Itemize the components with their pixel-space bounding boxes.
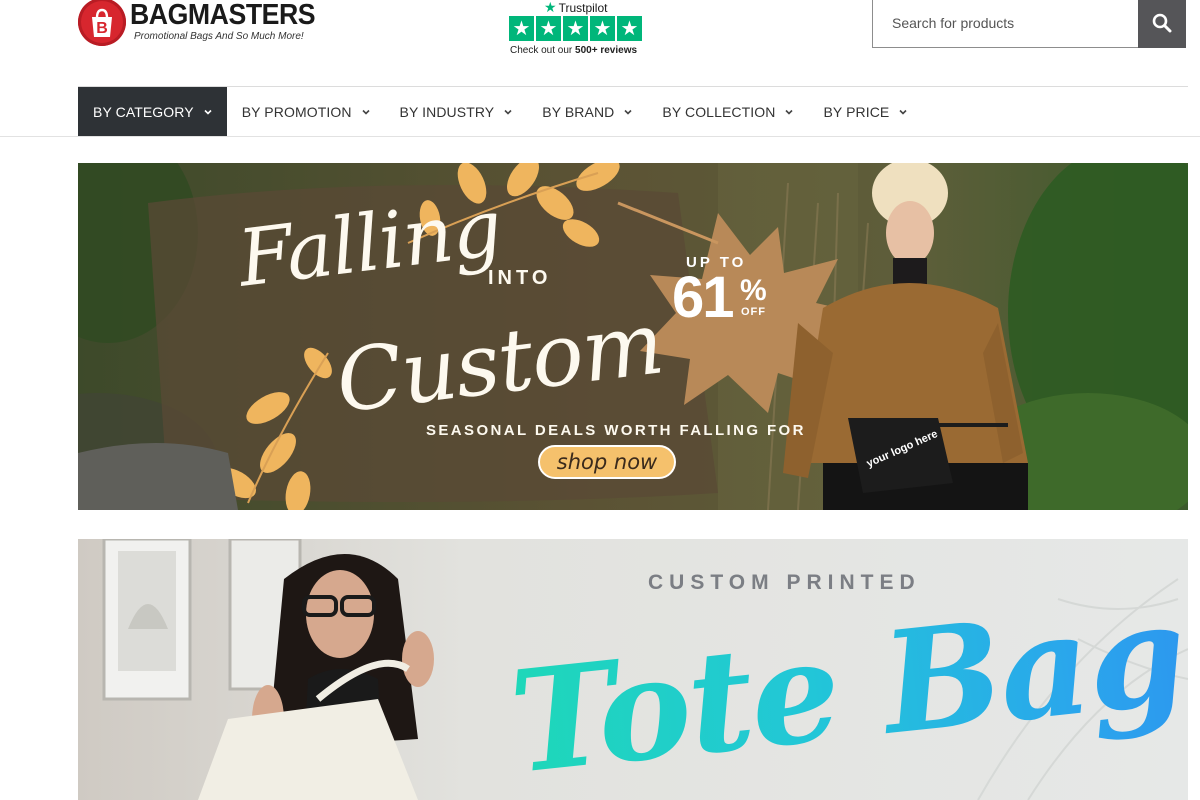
search-bar — [872, 0, 1186, 48]
nav-item-label: BY BRAND — [542, 104, 615, 120]
logo-wordmark: BAGMASTERS — [130, 0, 316, 31]
star-icon: ★ — [509, 16, 534, 41]
nav-item-label: BY PRICE — [823, 104, 890, 120]
nav-item-by-industry[interactable]: BY INDUSTRY — [385, 87, 528, 137]
fall-sale-banner[interactable]: Falling INTO Custom SEASONAL DEALS WORTH… — [78, 163, 1188, 510]
star-icon: ★ — [536, 16, 561, 41]
search-button[interactable] — [1138, 0, 1186, 48]
nav-item-label: BY INDUSTRY — [399, 104, 495, 120]
tote-banner-subtitle: CUSTOM PRINTED — [648, 571, 921, 594]
discount-suffix: OFF — [741, 306, 766, 318]
star-icon: ★ — [563, 16, 588, 41]
nav-item-by-promotion[interactable]: BY PROMOTION — [227, 87, 385, 137]
nav-item-by-collection[interactable]: BY COLLECTION — [647, 87, 808, 137]
nav-item-by-category[interactable]: BY CATEGORY — [78, 87, 227, 137]
chevron-down-icon — [899, 109, 907, 115]
chevron-down-icon — [504, 109, 512, 115]
shopping-bag-icon: B — [92, 8, 112, 37]
site-logo[interactable]: B BAGMASTERS Promotional Bags And So Muc… — [78, 0, 338, 50]
trustpilot-widget[interactable]: ★ Trustpilot ★ ★ ★ ★ ★ Check out our 500+… — [508, 0, 646, 58]
chevron-down-icon — [204, 109, 212, 115]
discount-percent-sign: % — [740, 274, 767, 307]
search-input[interactable] — [873, 0, 1139, 47]
star-icon: ★ — [590, 16, 615, 41]
nav-item-label: BY COLLECTION — [662, 104, 776, 120]
trustpilot-caption: Check out our 500+ reviews — [510, 45, 638, 56]
nav-divider — [0, 136, 1200, 137]
nav-item-label: BY PROMOTION — [241, 104, 352, 120]
chevron-down-icon — [361, 109, 370, 115]
chevron-down-icon — [785, 109, 794, 115]
main-nav: BY CATEGORY BY PROMOTION BY INDUSTRY BY … — [78, 87, 922, 137]
nav-item-by-price[interactable]: BY PRICE — [808, 87, 922, 137]
trustpilot-brand: ★ Trustpilot — [544, 0, 608, 15]
tote-bags-banner[interactable]: CUSTOM PRINTED Tote Bags — [78, 539, 1188, 800]
star-icon: ★ — [617, 16, 642, 41]
logo-tagline: Promotional Bags And So Much More! — [134, 31, 304, 42]
nav-item-by-brand[interactable]: BY BRAND — [527, 87, 647, 137]
logo-emblem: B — [78, 0, 126, 46]
banner-title-into: INTO — [488, 267, 552, 289]
trustpilot-star-icon: ★ — [544, 0, 557, 15]
shop-now-button[interactable]: shop now — [538, 445, 676, 479]
nav-item-label: BY CATEGORY — [93, 104, 194, 120]
trustpilot-rating-stars: ★ ★ ★ ★ ★ — [509, 16, 642, 42]
chevron-down-icon — [624, 109, 632, 115]
logo-letter: B — [96, 20, 108, 37]
banner-tagline: SEASONAL DEALS WORTH FALLING FOR — [426, 422, 806, 439]
discount-value: 61 — [672, 265, 734, 330]
search-icon — [1152, 13, 1172, 33]
